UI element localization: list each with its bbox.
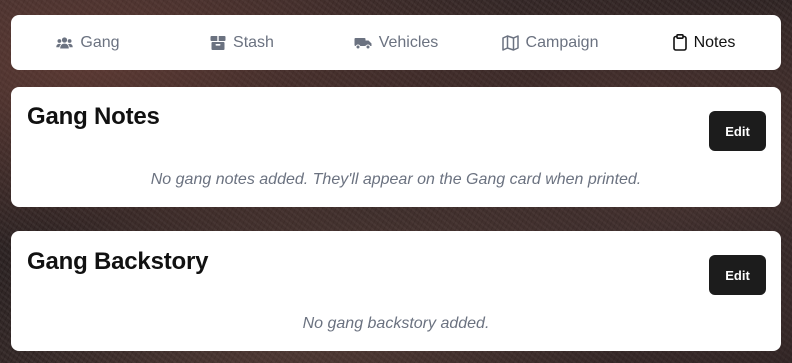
tab-vehicles-label: Vehicles (378, 33, 439, 51)
tab-notes[interactable]: Notes (627, 15, 781, 70)
tab-gang[interactable]: Gang (11, 15, 165, 70)
gang-notes-title: Gang Notes (27, 103, 160, 130)
box-icon (210, 35, 226, 51)
gang-notes-card: Gang Notes Edit No gang notes added. The… (11, 87, 781, 207)
tab-campaign-label: Campaign (525, 33, 599, 51)
gang-backstory-empty-message: No gang backstory added. (302, 315, 490, 332)
tab-vehicles[interactable]: Vehicles (319, 15, 473, 70)
gang-notes-empty-message: No gang notes added. They'll appear on t… (150, 171, 642, 188)
map-icon (501, 34, 519, 51)
tab-stash[interactable]: Stash (165, 15, 319, 70)
edit-notes-button[interactable]: Edit (709, 111, 766, 151)
clipboard-icon (672, 34, 687, 51)
edit-backstory-button[interactable]: Edit (709, 255, 766, 295)
tab-bar: Gang Stash Vehicles Campaign Notes (11, 15, 781, 70)
tab-campaign[interactable]: Campaign (473, 15, 627, 70)
gang-backstory-card: Gang Backstory Edit No gang backstory ad… (11, 231, 781, 351)
tab-gang-label: Gang (80, 33, 120, 51)
tab-notes-label: Notes (693, 33, 736, 51)
truck-icon (354, 36, 372, 50)
users-icon (56, 36, 74, 50)
gang-backstory-title: Gang Backstory (27, 248, 209, 275)
tab-stash-label: Stash (233, 33, 274, 51)
